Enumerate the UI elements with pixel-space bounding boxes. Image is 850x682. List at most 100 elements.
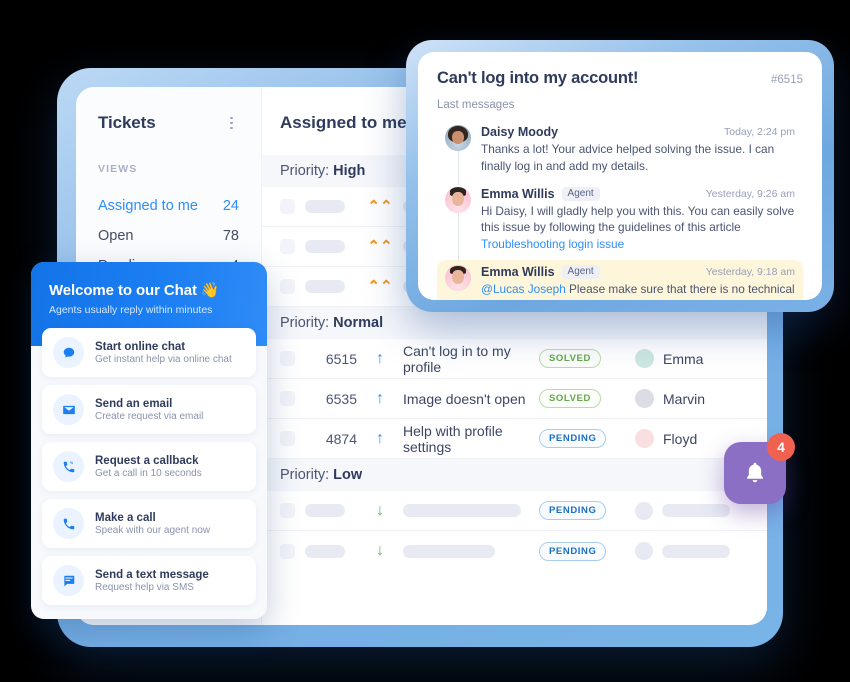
message-item-internal-note: Emma Willis Agent Yesterday, 9:18 am @Lu… <box>437 259 803 300</box>
sidebar-item-count: 78 <box>222 228 239 244</box>
envelope-icon <box>53 394 84 425</box>
row-checkbox[interactable] <box>280 351 295 366</box>
status-badge: PENDING <box>539 501 607 520</box>
chat-widget-footer: Powered by Touchpoint <box>31 613 267 619</box>
table-row[interactable]: 6515 ↑ Can't log in to my profile SOLVED… <box>262 339 767 379</box>
row-checkbox[interactable] <box>280 543 295 559</box>
message-text: @Lucas Joseph Please make sure that ther… <box>481 281 795 300</box>
chat-option-title: Request a callback <box>95 454 199 467</box>
avatar <box>635 429 654 448</box>
row-checkbox[interactable] <box>280 503 295 518</box>
skeleton-subject <box>403 544 495 558</box>
group-label-value: Low <box>333 467 363 483</box>
last-messages-label: Last messages <box>437 99 515 111</box>
arrow-up-icon: ↑ <box>376 389 384 407</box>
ticket-subject[interactable]: Help with profile settings <box>403 423 529 455</box>
ticket-id: 4874 <box>325 430 357 447</box>
table-row[interactable]: 6535 ↑ Image doesn't open SOLVED Marvin <box>262 379 767 419</box>
skeleton-avatar <box>635 542 653 560</box>
ticket-subject[interactable]: Can't log in to my profile <box>403 343 529 375</box>
row-checkbox[interactable] <box>280 431 295 446</box>
row-checkbox[interactable] <box>280 199 295 214</box>
group-label-value: High <box>333 163 366 179</box>
double-chevron-up-icon: ⌃⌃ <box>367 238 393 255</box>
message-item: Daisy Moody Today, 2:24 pm Thanks a lot!… <box>437 120 803 185</box>
table-row[interactable]: ↓ PENDING <box>262 531 767 571</box>
avatar <box>635 349 654 368</box>
message-author: Emma Willis <box>481 264 555 279</box>
views-section-label: VIEWS <box>98 163 138 175</box>
conversation-card-frame: Can't log into my account! #6515 Last me… <box>406 40 834 312</box>
sidebar-item-label: Assigned to me <box>98 198 198 214</box>
avatar <box>445 264 471 291</box>
conversation-title: Can't log into my account! <box>437 69 639 87</box>
notification-bell-button[interactable]: 4 <box>724 433 795 504</box>
sidebar-item-count: 24 <box>222 198 239 214</box>
table-row[interactable]: 4874 ↑ Help with profile settings PENDIN… <box>262 419 767 459</box>
sidebar-header: Tickets <box>98 113 239 133</box>
status-badge: PENDING <box>539 541 607 561</box>
message-author: Daisy Moody <box>481 125 559 139</box>
thread-connector <box>458 151 459 185</box>
conversation-header: Can't log into my account! #6515 <box>437 69 803 88</box>
table-row[interactable]: ↓ PENDING <box>262 491 767 531</box>
chat-widget-subtitle: Agents usually reply within minutes <box>49 304 213 316</box>
ticket-subject[interactable]: Image doesn't open <box>403 391 529 407</box>
group-label-prefix: Priority: <box>280 315 334 331</box>
skeleton-agent <box>662 504 730 517</box>
chat-option-title: Start online chat <box>95 340 186 353</box>
skeleton-id <box>305 504 345 517</box>
message-text: Thanks a lot! Your advice helped solving… <box>481 142 775 173</box>
row-checkbox[interactable] <box>280 279 295 294</box>
arrow-up-icon: ↑ <box>376 349 384 367</box>
ticket-reference: #6515 <box>771 74 803 86</box>
sidebar-item-open[interactable]: Open 78 <box>98 221 239 251</box>
conversation-card: Can't log into my account! #6515 Last me… <box>418 52 822 300</box>
row-checkbox[interactable] <box>280 391 295 406</box>
user-mention[interactable]: @Lucas Joseph <box>481 282 566 296</box>
thread-connector <box>458 212 459 263</box>
avatar <box>445 186 471 213</box>
agent-badge: Agent <box>561 186 600 201</box>
chat-option-start-online-chat[interactable]: Start online chat Get instant help via o… <box>42 328 256 377</box>
phone-icon <box>53 508 84 539</box>
ticket-id: 6535 <box>325 390 357 407</box>
group-label-value: Normal <box>333 315 384 331</box>
chat-option-make-a-call[interactable]: Make a call Speak with our agent now <box>42 499 256 548</box>
message-item: Emma Willis Agent Yesterday, 9:26 am Hi … <box>437 182 803 263</box>
ticket-id: 6515 <box>325 350 357 367</box>
message-body-text: Hi Daisy, I will gladly help you with th… <box>481 203 795 235</box>
chat-option-subtitle: Get a call in 10 seconds <box>95 467 202 479</box>
article-link[interactable]: Troubleshooting login issue <box>481 237 624 251</box>
chat-option-title: Send an email <box>95 397 173 410</box>
group-label-prefix: Priority: <box>280 163 334 179</box>
row-checkbox[interactable] <box>280 239 295 254</box>
chat-option-send-a-text-message[interactable]: Send a text message Request help via SMS <box>42 556 256 605</box>
arrow-down-icon: ↓ <box>376 542 384 559</box>
chat-option-subtitle: Get instant help via online chat <box>95 353 232 365</box>
message-square-icon <box>53 565 84 596</box>
agent-name: Floyd <box>663 430 698 447</box>
agent-name: Emma <box>663 350 704 367</box>
message-timestamp: Today, 2:24 pm <box>723 126 795 138</box>
chat-bubble-icon <box>53 337 84 368</box>
chat-widget-title: Welcome to our Chat 👋 <box>49 282 220 299</box>
sidebar-item-assigned-to-me[interactable]: Assigned to me 24 <box>98 191 239 221</box>
arrow-down-icon: ↓ <box>376 501 384 519</box>
skeleton-id <box>305 544 345 558</box>
notification-badge: 4 <box>767 433 795 461</box>
kebab-menu-icon[interactable] <box>224 114 239 133</box>
chat-widget: Welcome to our Chat 👋 Agents usually rep… <box>31 262 267 619</box>
avatar <box>445 125 471 151</box>
chat-option-request-a-callback[interactable]: Request a callback Get a call in 10 seco… <box>42 442 256 491</box>
chat-option-send-an-email[interactable]: Send an email Create request via email <box>42 385 256 434</box>
agent-name: Marvin <box>663 390 706 407</box>
bell-icon <box>746 462 764 483</box>
double-chevron-up-icon: ⌃⌃ <box>367 278 393 295</box>
arrow-up-icon: ↑ <box>376 429 384 447</box>
chat-option-subtitle: Speak with our agent now <box>95 524 211 536</box>
skeleton-id <box>305 280 345 293</box>
skeleton-id <box>305 200 345 213</box>
chat-option-subtitle: Create request via email <box>95 410 204 422</box>
status-badge: SOLVED <box>539 349 601 368</box>
